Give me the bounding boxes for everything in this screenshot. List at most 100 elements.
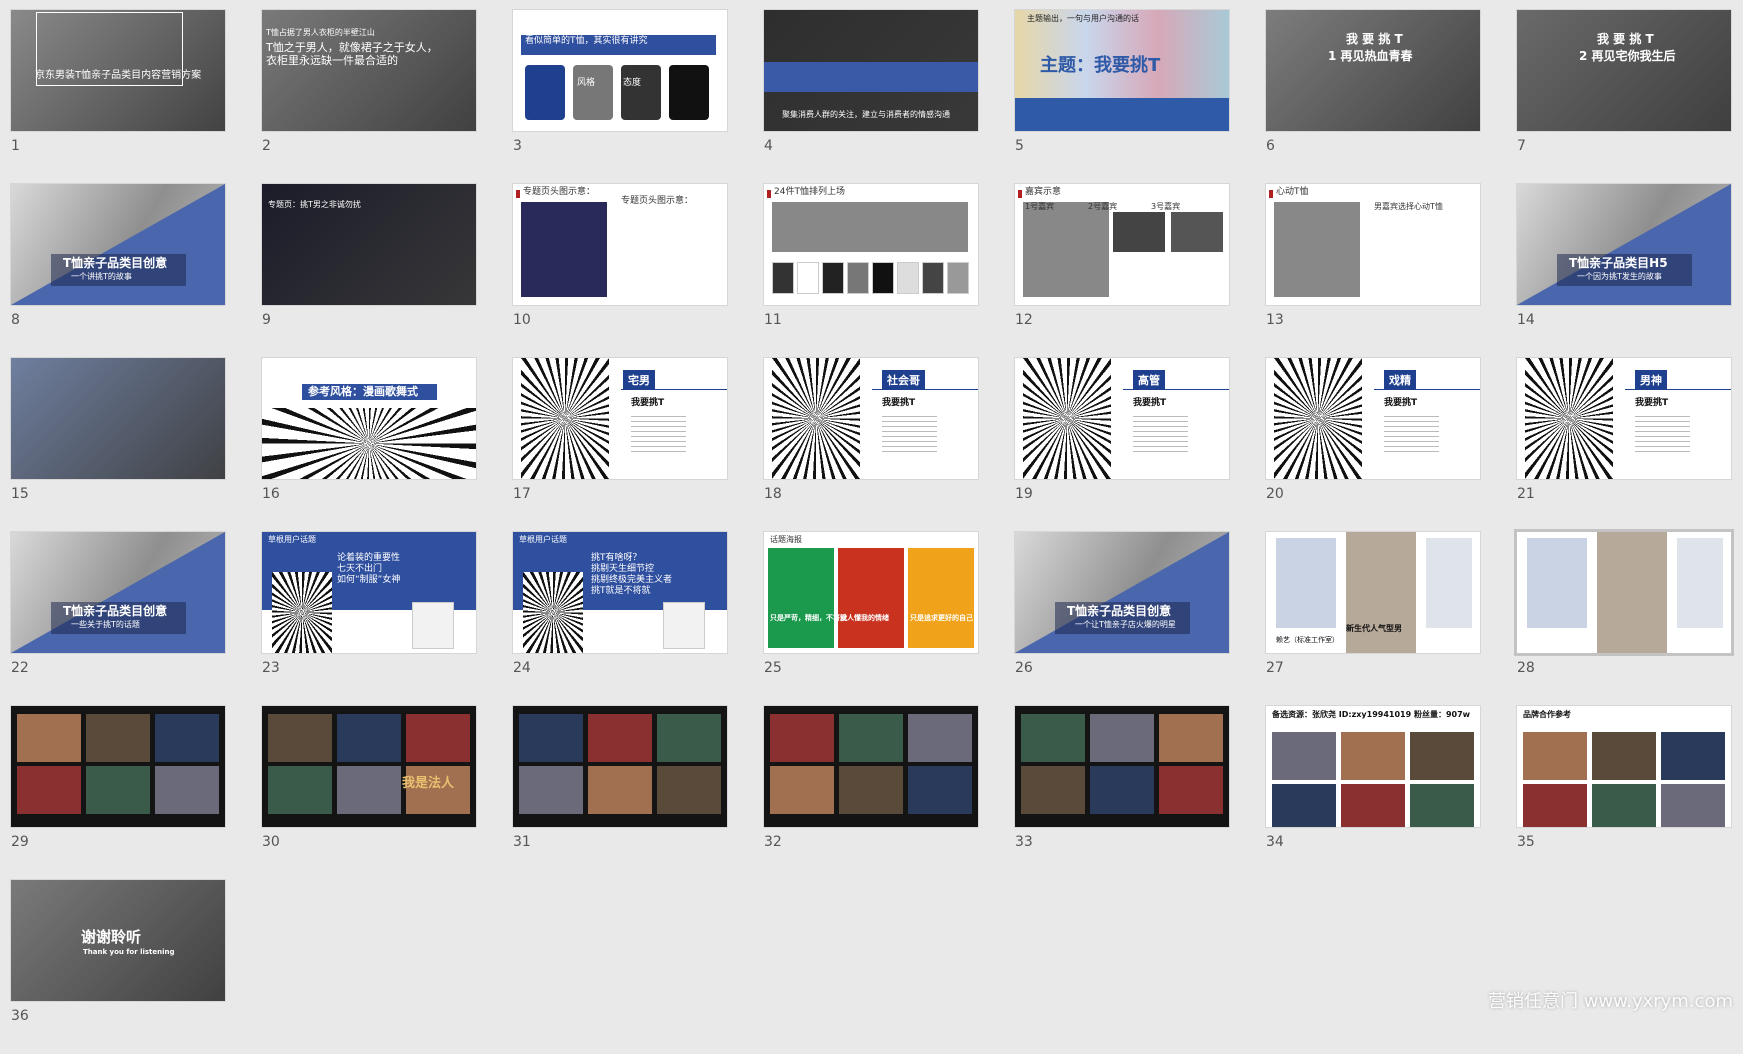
slide-preview[interactable] — [11, 358, 225, 479]
slide-thumbnail-11[interactable]: 24件T恤排列上场 11 — [764, 184, 978, 358]
photo — [1523, 732, 1587, 780]
tshirt — [872, 262, 894, 294]
slide-thumbnail-35[interactable]: 品牌合作参考 35 — [1517, 706, 1731, 880]
slide-preview[interactable]: 京东男装T恤亲子品类目内容营销方案 — [11, 10, 225, 131]
slide-preview[interactable]: 我 要 挑 T 2 再见宅你我生后 — [1517, 10, 1731, 131]
photo — [1341, 784, 1405, 827]
slide-preview[interactable]: 心动T恤 男嘉宾选择心动T恤 — [1266, 184, 1480, 305]
photo — [268, 714, 332, 762]
slide-text: 谢谢聆听 — [81, 928, 142, 946]
slide-preview[interactable]: 主题输出，一句与用户沟通的话 主题：我要挑T — [1015, 10, 1229, 131]
slide-thumbnail-12[interactable]: 嘉宾示意 1号嘉宾 2号嘉宾 3号嘉宾 12 — [1015, 184, 1229, 358]
slide-thumbnail-34[interactable]: 备选资源：张欣尧 ID:zxy19941019 粉丝量：907w 34 — [1266, 706, 1480, 880]
photo — [1341, 732, 1405, 780]
slide-preview[interactable]: 参考风格：漫画歌舞式 — [262, 358, 476, 479]
slide-thumbnail-2[interactable]: T恤占据了男人衣柜的半壁江山 T恤之于男人，就像裙子之于女人， 衣柜里永远缺一件最合… — [262, 10, 476, 184]
slide-thumbnail-8[interactable]: T恤亲子品类目创意 一个讲挑T的故事 8 — [11, 184, 225, 358]
slide-thumbnail-24[interactable]: 草根用户话题 挑T有啥呀？ 挑剔天生细节控 挑剔终极完美主义者 挑T就是不将就 24 — [513, 532, 727, 706]
photo — [770, 766, 834, 814]
role-label: 宅男 — [623, 370, 655, 390]
slide-thumbnail-13[interactable]: 心动T恤 男嘉宾选择心动T恤 13 — [1266, 184, 1480, 358]
slide-thumbnail-19[interactable]: 高管 我要挑T 19 — [1015, 358, 1229, 532]
slide-preview[interactable] — [11, 706, 225, 827]
slide-thumbnail-9[interactable]: 专题页：挑T男之非诚勿扰 9 — [262, 184, 476, 358]
slide-number: 32 — [764, 834, 782, 850]
slide-thumbnail-31[interactable]: 31 — [513, 706, 727, 880]
tshirt — [847, 262, 869, 294]
slide-preview[interactable]: 24件T恤排列上场 — [764, 184, 978, 305]
slide-thumbnail-1[interactable]: 京东男装T恤亲子品类目内容营销方案 1 — [11, 10, 225, 184]
slide-preview[interactable]: T恤亲子品类目H5 一个因为挑T发生的故事 — [1517, 184, 1731, 305]
slide-preview[interactable]: 备选资源：张欣尧 ID:zxy19941019 粉丝量：907w — [1266, 706, 1480, 827]
slide-preview[interactable]: 宅男 我要挑T — [513, 358, 727, 479]
slide-preview[interactable] — [1517, 532, 1731, 653]
slide-preview[interactable]: 我是法人 — [262, 706, 476, 827]
slide-thumbnail-3[interactable]: 看似简单的T恤，其实很有讲究 风格 态度 3 — [513, 10, 727, 184]
slide-thumbnail-25[interactable]: 话题海报 只是严苛，精细，不将就 没人懂我的情绪 只是追求更好的自己 25 — [764, 532, 978, 706]
photo — [1272, 784, 1336, 827]
slide-preview[interactable] — [764, 706, 978, 827]
slide-thumbnail-17[interactable]: 宅男 我要挑T 17 — [513, 358, 727, 532]
slide-preview[interactable]: T恤亲子品类目创意 一些关于挑T的话题 — [11, 532, 225, 653]
slide-preview[interactable]: 新生代人气型男 赖艺（标准工作室） — [1266, 532, 1480, 653]
slide-text: 专题页头图示意： — [621, 196, 694, 206]
slide-text: 我要挑T — [882, 398, 916, 408]
slide-thumbnail-14[interactable]: T恤亲子品类目H5 一个因为挑T发生的故事 14 — [1517, 184, 1731, 358]
slide-preview[interactable]: 草根用户话题 挑T有啥呀？ 挑剔天生细节控 挑剔终极完美主义者 挑T就是不将就 — [513, 532, 727, 653]
slide-thumbnail-30[interactable]: 我是法人 30 — [262, 706, 476, 880]
slide-number: 16 — [262, 486, 280, 502]
slide-thumbnail-36[interactable]: 谢谢聆听 Thank you for listening 36 — [11, 880, 225, 1054]
slide-thumbnail-23[interactable]: 草根用户话题 论着装的重要性 七天不出门 如何“制服”女神 23 — [262, 532, 476, 706]
red-marker — [1269, 190, 1273, 198]
slide-preview[interactable]: 高管 我要挑T — [1015, 358, 1229, 479]
slide-thumbnail-15[interactable]: 15 — [11, 358, 225, 532]
role-label: 戏精 — [1384, 370, 1416, 390]
slide-text: 聚集消费人群的关注，建立与消费者的情感沟通 — [782, 110, 950, 119]
slide-thumbnail-29[interactable]: 29 — [11, 706, 225, 880]
slide-thumbnail-18[interactable]: 社会哥 我要挑T 18 — [764, 358, 978, 532]
body-text-lines — [1635, 412, 1690, 452]
slide-number: 14 — [1517, 312, 1535, 328]
slide-preview[interactable]: 草根用户话题 论着装的重要性 七天不出门 如何“制服”女神 — [262, 532, 476, 653]
slide-number: 8 — [11, 312, 20, 328]
slide-thumbnail-33[interactable]: 33 — [1015, 706, 1229, 880]
slide-preview[interactable]: 社会哥我要挑T — [764, 358, 978, 479]
slide-thumbnail-5[interactable]: 主题输出，一句与用户沟通的话 主题：我要挑T 5 — [1015, 10, 1229, 184]
slide-thumbnail-26[interactable]: T恤亲子品类目创意 一个让T恤亲子店火爆的明星 26 — [1015, 532, 1229, 706]
slide-text: 我要挑T — [1384, 398, 1418, 408]
slide-preview[interactable]: 男神 我要挑T — [1517, 358, 1731, 479]
role-label: 社会哥 — [882, 370, 925, 390]
slide-preview[interactable]: 嘉宾示意 1号嘉宾 2号嘉宾 3号嘉宾 — [1015, 184, 1229, 305]
slide-preview[interactable]: T恤亲子品类目创意 一个讲挑T的故事 — [11, 184, 225, 305]
slide-preview[interactable] — [1015, 706, 1229, 827]
slide-preview[interactable]: T恤占据了男人衣柜的半壁江山 T恤之于男人，就像裙子之于女人， 衣柜里永远缺一件最合… — [262, 10, 476, 131]
slide-preview[interactable]: 专题页头图示意： 专题页头图示意： — [513, 184, 727, 305]
slide-thumbnail-4[interactable]: 聚集消费人群的关注，建立与消费者的情感沟通 4 — [764, 10, 978, 184]
slide-number: 20 — [1266, 486, 1284, 502]
slide-preview[interactable]: 我 要 挑 T 1 再见热血青春 — [1266, 10, 1480, 131]
slide-preview[interactable]: 聚集消费人群的关注，建立与消费者的情感沟通 — [764, 10, 978, 131]
slide-preview[interactable]: 谢谢聆听 Thank you for listening — [11, 880, 225, 1001]
slide-number: 10 — [513, 312, 531, 328]
slide-thumbnail-32[interactable]: 32 — [764, 706, 978, 880]
slide-thumbnail-20[interactable]: 戏精我要挑T 20 — [1266, 358, 1480, 532]
slide-preview[interactable]: T恤亲子品类目创意 一个让T恤亲子店火爆的明星 — [1015, 532, 1229, 653]
slide-thumbnail-22[interactable]: T恤亲子品类目创意 一些关于挑T的话题 22 — [11, 532, 225, 706]
slide-preview[interactable]: 品牌合作参考 — [1517, 706, 1731, 827]
slide-preview[interactable]: 看似简单的T恤，其实很有讲究 风格 态度 — [513, 10, 727, 131]
slide-thumbnail-6[interactable]: 我 要 挑 T 1 再见热血青春 6 — [1266, 10, 1480, 184]
tshirt — [922, 262, 944, 294]
slide-preview[interactable] — [513, 706, 727, 827]
slide-thumbnail-27[interactable]: 新生代人气型男 赖艺（标准工作室） 27 — [1266, 532, 1480, 706]
slide-preview[interactable]: 戏精我要挑T — [1266, 358, 1480, 479]
slide-thumbnail-16[interactable]: 参考风格：漫画歌舞式 16 — [262, 358, 476, 532]
slide-thumbnail-7[interactable]: 我 要 挑 T 2 再见宅你我生后 7 — [1517, 10, 1731, 184]
slide-preview[interactable]: 话题海报 只是严苛，精细，不将就 没人懂我的情绪 只是追求更好的自己 — [764, 532, 978, 653]
slide-thumbnail-10[interactable]: 专题页头图示意： 专题页头图示意： 10 — [513, 184, 727, 358]
red-marker — [516, 190, 520, 198]
slide-text: 1 再见热血青春 — [1328, 49, 1413, 63]
slide-thumbnail-28[interactable]: 28 — [1517, 532, 1731, 706]
body-text-lines — [1133, 412, 1188, 452]
slide-preview[interactable]: 专题页：挑T男之非诚勿扰 — [262, 184, 476, 305]
slide-thumbnail-21[interactable]: 男神 我要挑T 21 — [1517, 358, 1731, 532]
